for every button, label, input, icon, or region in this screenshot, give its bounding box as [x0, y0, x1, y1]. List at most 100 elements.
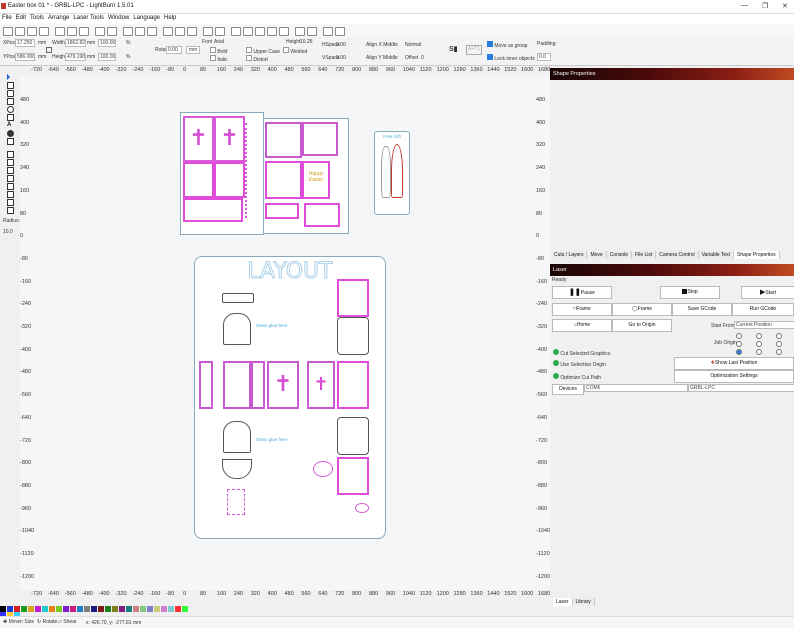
color-swatch[interactable]	[147, 606, 153, 612]
layout-sheet[interactable]: LAYOUT Glass glue here ✝ ✝ Glass glue he…	[194, 256, 386, 539]
top-square[interactable]	[337, 279, 369, 317]
measure-tool-icon[interactable]	[7, 138, 14, 145]
tab-laser[interactable]: Laser	[553, 598, 573, 606]
tab-console[interactable]: Console	[606, 251, 633, 259]
color-swatch[interactable]	[21, 606, 27, 612]
italic-option[interactable]: Italic	[210, 55, 228, 63]
lock-inner-objects-option[interactable]: Lock inner objects	[487, 54, 535, 62]
color-swatch[interactable]	[161, 606, 167, 612]
radius-input[interactable]: 10.0	[3, 229, 13, 235]
cross-piece[interactable]: ✝	[307, 361, 335, 409]
shear-status[interactable]: ▱ Shear	[58, 619, 77, 625]
color-swatch[interactable]	[126, 606, 132, 612]
device-select[interactable]: GRBL-LPC	[688, 384, 794, 392]
ypos-input[interactable]: 586.008	[15, 53, 35, 61]
job-origin-radio[interactable]	[756, 341, 762, 347]
color-swatch[interactable]	[84, 606, 90, 612]
text-distort-icon[interactable]: A+T1	[466, 45, 482, 55]
align-left-icon[interactable]	[231, 27, 241, 36]
minimize-button[interactable]: —	[741, 2, 748, 9]
align-bottom-icon[interactable]	[279, 27, 289, 36]
menu-help[interactable]: Help	[164, 14, 176, 21]
xpos-input[interactable]: 17.250	[15, 39, 35, 47]
frame-button[interactable]: □Frame	[552, 303, 612, 316]
boolean-subtract-icon[interactable]	[7, 175, 14, 182]
cross-panel[interactable]: ✝	[183, 116, 214, 162]
color-swatch[interactable]	[168, 606, 174, 612]
move-status[interactable]: ✥ Move	[3, 619, 21, 625]
arch-piece[interactable]	[223, 421, 251, 453]
small-egg-piece[interactable]	[355, 503, 369, 513]
color-swatch[interactable]	[77, 606, 83, 612]
color-swatch[interactable]	[98, 606, 104, 612]
bunny-piece[interactable]	[313, 461, 333, 477]
maximize-button[interactable]: ❐	[762, 2, 768, 10]
size-status[interactable]: □ Size	[20, 619, 34, 625]
open-icon[interactable]	[3, 27, 13, 36]
go-to-origin-button[interactable]: Go to Origin	[612, 319, 672, 332]
cut-selected-graphics-option[interactable]: Cut Selected Graphics	[553, 349, 610, 357]
distort-option[interactable]: Distort	[246, 55, 268, 63]
height-percent-input[interactable]: 100.000	[98, 53, 116, 61]
color-swatch[interactable]	[175, 606, 181, 612]
menu-window[interactable]: Window	[108, 14, 129, 21]
color-swatch[interactable]	[105, 606, 111, 612]
grid-array-icon[interactable]	[7, 191, 14, 198]
color-swatch[interactable]	[56, 606, 62, 612]
flip-v-icon[interactable]	[335, 27, 345, 36]
width-percent-input[interactable]: 100.000	[98, 39, 116, 47]
color-swatch[interactable]	[91, 606, 97, 612]
run-gcode-button[interactable]: Run GCode	[732, 303, 794, 316]
menu-tools[interactable]: Tools	[30, 14, 44, 21]
ellipse-tool-icon[interactable]	[7, 106, 14, 113]
welded-option[interactable]: Welded	[283, 47, 307, 55]
color-swatch[interactable]	[140, 606, 146, 612]
menu-laser-tools[interactable]: Laser Tools	[73, 14, 104, 21]
export-icon[interactable]	[39, 27, 49, 36]
design-sheet-2[interactable]: Happy Easter	[263, 118, 349, 234]
padding-input[interactable]: 0.0	[537, 53, 551, 61]
design-sheet-1[interactable]: ✝ ✝	[180, 112, 264, 235]
offset-tool-icon[interactable]	[7, 151, 14, 158]
weld-tool-icon[interactable]	[7, 159, 14, 166]
menu-edit[interactable]: Edit	[16, 14, 26, 21]
arch-piece[interactable]	[223, 313, 251, 345]
menu-arrange[interactable]: Arrange	[48, 14, 69, 21]
polygon-tool-icon[interactable]	[7, 114, 14, 121]
port-select[interactable]: COM6	[584, 384, 688, 392]
canvas[interactable]: -720 -640 -560 -480 -400 -320 -240 -160 -80 0 80 16…	[20, 66, 550, 599]
select-tool-icon[interactable]	[7, 74, 10, 80]
boolean-union-icon[interactable]	[7, 167, 14, 174]
text-height-input[interactable]: 10.25	[300, 39, 313, 45]
boolean-intersect-icon[interactable]	[7, 183, 14, 190]
frame-panel[interactable]	[214, 162, 245, 198]
pause-button[interactable]: ❚❚Pause	[552, 286, 612, 299]
copy-icon[interactable]	[67, 27, 77, 36]
height-input[interactable]: 479.198	[65, 53, 86, 61]
egg-panel[interactable]	[265, 122, 302, 158]
scallop-strip[interactable]	[222, 293, 254, 303]
undo-icon[interactable]	[95, 27, 105, 36]
bottom-square[interactable]	[337, 457, 369, 495]
zoom-out-icon[interactable]	[135, 27, 145, 36]
cross-piece[interactable]: ✝	[267, 361, 299, 409]
align-x-select[interactable]: Align X Middle	[366, 42, 398, 48]
cross-panel[interactable]: ✝	[214, 116, 245, 162]
flower-strip[interactable]	[245, 123, 259, 218]
font-select[interactable]: Arial	[214, 39, 224, 45]
gift-tag[interactable]: Free Gift	[374, 131, 410, 215]
move-as-group-option[interactable]: Move as group	[487, 41, 527, 49]
zoom-in-icon[interactable]	[123, 27, 133, 36]
happy-easter-panel[interactable]: Happy Easter	[302, 161, 330, 199]
position-laser-icon[interactable]	[7, 130, 14, 137]
side-tab[interactable]	[251, 361, 265, 409]
circular-array-icon[interactable]	[7, 199, 14, 206]
flower-piece[interactable]	[227, 489, 245, 515]
camera-icon[interactable]	[163, 27, 173, 36]
align-y-select[interactable]: Align Y Middle	[366, 55, 398, 61]
zoom-fit-icon[interactable]	[147, 27, 157, 36]
show-last-position-button[interactable]: ✚Show Last Position	[674, 357, 794, 370]
job-origin-radio[interactable]	[756, 333, 762, 339]
width-input[interactable]: 1862.822	[65, 39, 86, 47]
corner-tool-icon[interactable]	[7, 207, 14, 214]
